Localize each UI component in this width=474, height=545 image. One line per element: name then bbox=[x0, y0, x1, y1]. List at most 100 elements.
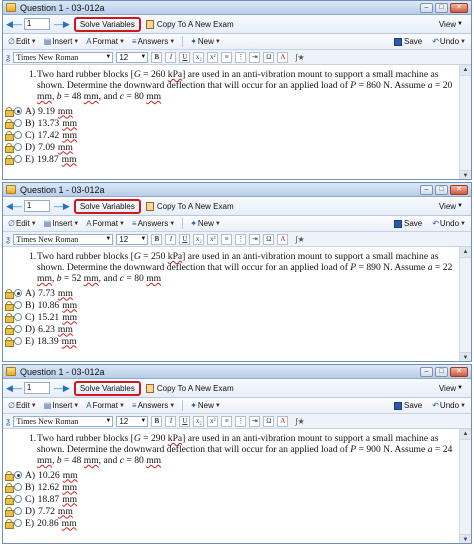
subscript-button[interactable]: x₂ bbox=[193, 233, 205, 245]
color-button[interactable]: A bbox=[277, 51, 289, 63]
answer-radio[interactable] bbox=[14, 495, 22, 503]
undo-button[interactable]: ↶ Undo ▼ bbox=[430, 401, 468, 410]
scroll-down-icon[interactable]: ▼ bbox=[460, 170, 471, 179]
scroll-up-icon[interactable]: ▲ bbox=[460, 65, 471, 76]
scroll-up-icon[interactable]: ▲ bbox=[460, 429, 471, 440]
answer-radio[interactable] bbox=[14, 507, 22, 515]
copy-to-new-exam-button[interactable]: Copy To A New Exam bbox=[141, 199, 239, 214]
question-number-field[interactable]: 1 bbox=[23, 18, 50, 30]
answer-choice[interactable]: D) 6.23 mm bbox=[5, 323, 73, 335]
edit-menu[interactable]: ∅ Edit ▼ bbox=[6, 37, 39, 46]
undo-button[interactable]: ↶ Undo ▼ bbox=[430, 37, 468, 46]
maximize-button[interactable]: □ bbox=[435, 2, 448, 13]
underline-button[interactable]: U bbox=[179, 415, 191, 427]
special-char-icon[interactable]: ∫★ bbox=[295, 235, 304, 244]
scroll-down-icon[interactable]: ▼ bbox=[460, 352, 471, 361]
lock-icon[interactable] bbox=[5, 483, 14, 493]
minimize-button[interactable]: – bbox=[420, 184, 433, 195]
answer-choice[interactable]: B) 12.62 mm bbox=[5, 481, 77, 493]
close-button[interactable]: ✕ bbox=[450, 366, 468, 377]
lock-icon[interactable] bbox=[5, 495, 14, 505]
lock-icon[interactable] bbox=[5, 313, 14, 323]
answer-choice[interactable]: A) 7.73 mm bbox=[5, 287, 73, 299]
answer-radio[interactable] bbox=[14, 143, 22, 151]
list-button[interactable]: ⋮ bbox=[235, 415, 247, 427]
left-arrow-icon[interactable]: ◀— bbox=[6, 201, 22, 212]
special-char-icon[interactable]: ∫★ bbox=[295, 417, 304, 426]
answer-choice[interactable]: C) 17.42 mm bbox=[5, 129, 77, 141]
format-menu[interactable]: A Format ▼ bbox=[84, 219, 127, 228]
answer-choice[interactable]: C) 18.87 mm bbox=[5, 493, 77, 505]
underline-button[interactable]: U bbox=[179, 51, 191, 63]
insert-menu[interactable]: ▤ Insert ▼ bbox=[42, 219, 82, 228]
lock-icon[interactable] bbox=[5, 289, 14, 299]
bold-button[interactable]: B bbox=[151, 51, 163, 63]
indent-button[interactable]: ⇥ bbox=[249, 51, 261, 63]
underline-button[interactable]: U bbox=[179, 233, 191, 245]
save-button[interactable]: Save bbox=[392, 219, 424, 228]
font-family-select[interactable]: Times New Roman ▼ bbox=[13, 51, 114, 63]
align-button[interactable]: ≡ bbox=[221, 415, 233, 427]
symbol-button[interactable]: Ω bbox=[263, 51, 275, 63]
answer-radio[interactable] bbox=[14, 483, 22, 491]
maximize-button[interactable]: □ bbox=[435, 366, 448, 377]
bold-button[interactable]: B bbox=[151, 415, 163, 427]
answers-menu[interactable]: ≡ Answers ▼ bbox=[130, 219, 177, 228]
undo-button[interactable]: ↶ Undo ▼ bbox=[430, 219, 468, 228]
answers-menu[interactable]: ≡ Answers ▼ bbox=[130, 37, 177, 46]
question-number-field[interactable]: 1 bbox=[23, 382, 50, 394]
symbol-button[interactable]: Ω bbox=[263, 233, 275, 245]
answer-choice[interactable]: E) 20.86 mm bbox=[5, 517, 77, 529]
answers-menu[interactable]: ≡ Answers ▼ bbox=[130, 401, 177, 410]
edit-menu[interactable]: ∅ Edit ▼ bbox=[6, 401, 39, 410]
right-arrow-icon[interactable]: —▶ bbox=[54, 201, 70, 212]
lock-icon[interactable] bbox=[5, 107, 14, 117]
superscript-button[interactable]: x² bbox=[207, 51, 219, 63]
answer-radio[interactable] bbox=[14, 289, 22, 297]
lock-icon[interactable] bbox=[5, 119, 14, 129]
subscript-button[interactable]: x₂ bbox=[193, 415, 205, 427]
answer-radio[interactable] bbox=[14, 131, 22, 139]
close-button[interactable]: ✕ bbox=[450, 2, 468, 13]
answer-radio[interactable] bbox=[14, 301, 22, 309]
solve-variables-button[interactable]: Solve Variables bbox=[73, 380, 141, 396]
bold-button[interactable]: B bbox=[151, 233, 163, 245]
answer-choice[interactable]: B) 10.86 mm bbox=[5, 299, 77, 311]
lock-icon[interactable] bbox=[5, 337, 14, 347]
answer-choice[interactable]: A) 9.19 mm bbox=[5, 105, 73, 117]
color-button[interactable]: A bbox=[277, 415, 289, 427]
view-menu-button[interactable]: View ▼ bbox=[434, 17, 468, 32]
list-button[interactable]: ⋮ bbox=[235, 233, 247, 245]
answer-radio[interactable] bbox=[14, 107, 22, 115]
answer-choice[interactable]: B) 13.73 mm bbox=[5, 117, 77, 129]
copy-to-new-exam-button[interactable]: Copy To A New Exam bbox=[141, 381, 239, 396]
insert-menu[interactable]: ▤ Insert ▼ bbox=[42, 401, 82, 410]
minimize-button[interactable]: – bbox=[420, 2, 433, 13]
view-menu-button[interactable]: View ▼ bbox=[434, 199, 468, 214]
question-text[interactable]: 1. Two hard rubber blocks [G = 290 kPa] … bbox=[29, 433, 455, 466]
lock-icon[interactable] bbox=[5, 301, 14, 311]
left-arrow-icon[interactable]: ◀— bbox=[6, 383, 22, 394]
insert-menu[interactable]: ▤ Insert ▼ bbox=[42, 37, 82, 46]
save-button[interactable]: Save bbox=[392, 37, 424, 46]
subscript-button[interactable]: x₂ bbox=[193, 51, 205, 63]
answer-radio[interactable] bbox=[14, 313, 22, 321]
indent-button[interactable]: ⇥ bbox=[249, 415, 261, 427]
new-menu[interactable]: ✦ New ▼ bbox=[188, 401, 223, 410]
left-arrow-icon[interactable]: ◀— bbox=[6, 19, 22, 30]
lock-icon[interactable] bbox=[5, 507, 14, 517]
lock-icon[interactable] bbox=[5, 519, 14, 529]
answer-radio[interactable] bbox=[14, 337, 22, 345]
format-menu[interactable]: A Format ▼ bbox=[84, 401, 127, 410]
color-button[interactable]: A bbox=[277, 233, 289, 245]
answer-radio[interactable] bbox=[14, 155, 22, 163]
question-text[interactable]: 1. Two hard rubber blocks [G = 260 kPa] … bbox=[29, 69, 455, 102]
minimize-button[interactable]: – bbox=[420, 366, 433, 377]
answer-choice[interactable]: A) 10.26 mm bbox=[5, 469, 78, 481]
answer-radio[interactable] bbox=[14, 519, 22, 527]
answer-choice[interactable]: E) 19.87 mm bbox=[5, 153, 77, 165]
solve-variables-button[interactable]: Solve Variables bbox=[73, 16, 141, 32]
italic-button[interactable]: I bbox=[165, 233, 177, 245]
italic-button[interactable]: I bbox=[165, 415, 177, 427]
italic-button[interactable]: I bbox=[165, 51, 177, 63]
